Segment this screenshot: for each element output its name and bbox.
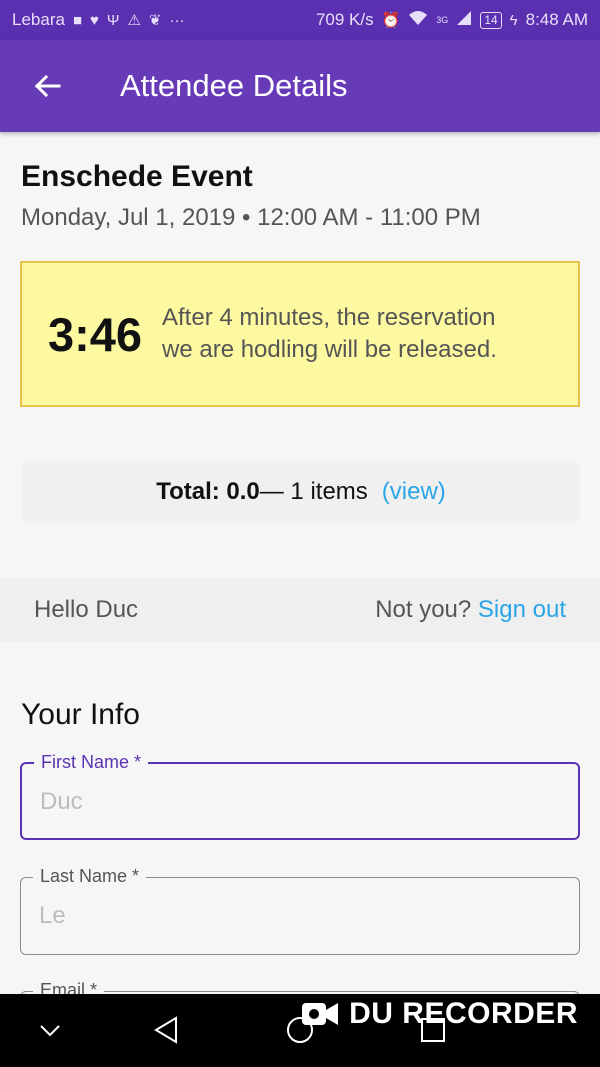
first-name-field[interactable]: First Name * <box>20 752 580 840</box>
first-name-input[interactable] <box>40 784 560 820</box>
status-bar: Lebara ■ ♥ Ψ ⚠ ❦ ··· 709 K/s ⏰ 3G 14 ϟ 8… <box>0 0 600 40</box>
last-name-field[interactable]: Last Name * <box>20 866 580 955</box>
timer-countdown: 3:46 <box>48 307 143 361</box>
signal-icon <box>456 10 472 30</box>
video-camera-icon <box>302 1003 339 1025</box>
video-camera-icon: ■ <box>72 11 82 29</box>
triangle-back-icon <box>154 1016 177 1044</box>
warning-icon: ⚠ <box>127 12 141 29</box>
nav-back-button[interactable] <box>144 1008 188 1052</box>
page-title: Attendee Details <box>120 68 348 103</box>
network-speed: 709 K/s <box>315 10 374 29</box>
event-date-time: Monday, Jul 1, 2019 • 12:00 AM - 11:00 P… <box>21 204 481 231</box>
timer-message-line1: After 4 minutes, the reservation <box>162 304 496 331</box>
app-bar: Attendee Details <box>0 40 600 132</box>
usb-icon: Ψ <box>106 11 120 29</box>
chevron-down-icon <box>40 1025 60 1037</box>
last-name-label: Last Name * <box>33 866 147 887</box>
event-name: Enschede Event <box>21 160 253 193</box>
network-type: 3G <box>436 15 449 25</box>
recorder-watermark: DU RECORDER <box>301 997 578 1031</box>
not-you-text: Not you? <box>375 596 478 623</box>
first-name-label: First Name * <box>34 752 149 773</box>
nav-hide-button[interactable] <box>28 1008 72 1052</box>
not-you-group: Not you? Sign out <box>375 596 566 624</box>
timer-message: After 4 minutes, the reservation we are … <box>162 302 497 366</box>
arrow-left-icon <box>34 74 61 98</box>
cart-total-strip: Total: 0.0 — 1 items (view) <box>22 463 580 521</box>
bird-icon: ❦ <box>148 12 162 29</box>
user-greeting-row: Hello Duc Not you? Sign out <box>0 578 600 642</box>
main-content: Enschede Event Monday, Jul 1, 2019 • 12:… <box>0 132 600 994</box>
system-nav-bar: DU RECORDER <box>0 994 600 1067</box>
back-button[interactable] <box>19 58 75 114</box>
timer-message-line2: we are hodling will be released. <box>162 336 497 363</box>
battery-level: 14 <box>480 11 502 29</box>
charging-icon: ϟ <box>509 11 518 29</box>
carrier-name: Lebara <box>12 10 65 29</box>
items-count: — 1 items <box>259 478 368 505</box>
sign-out-link[interactable]: Sign out <box>478 596 566 623</box>
total-label: Total: 0.0 <box>156 478 260 505</box>
watermark-text: DU RECORDER <box>349 997 578 1030</box>
last-name-input[interactable] <box>39 898 559 934</box>
heart-icon: ♥ <box>90 11 99 29</box>
clock: 8:48 AM <box>525 10 588 29</box>
view-cart-link[interactable]: (view) <box>382 478 446 506</box>
greeting-text: Hello Duc <box>34 596 139 623</box>
email-label: Email * <box>33 980 105 994</box>
wifi-icon <box>408 10 428 30</box>
reservation-timer-box: 3:46 After 4 minutes, the reservation we… <box>20 261 580 407</box>
more-icon: ··· <box>169 11 185 29</box>
your-info-heading: Your Info <box>21 698 140 731</box>
alarm-icon: ⏰ <box>381 12 401 29</box>
